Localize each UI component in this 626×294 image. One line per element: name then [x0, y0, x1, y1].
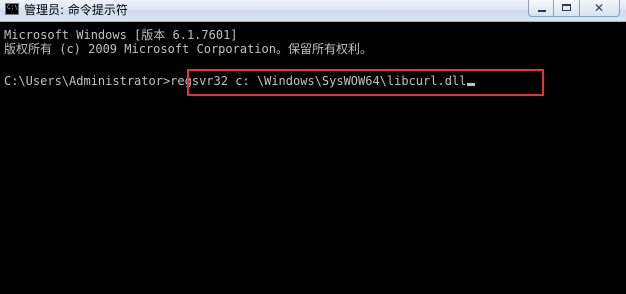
minimize-button[interactable] [528, 0, 554, 17]
console-line-copyright: 版权所有 (c) 2009 Microsoft Corporation。保留所有… [4, 42, 372, 56]
cmd-app-icon[interactable]: C:\ [5, 3, 19, 15]
maximize-button[interactable] [554, 0, 580, 17]
command-highlight-box [187, 69, 544, 96]
close-icon: ✕ [594, 1, 605, 15]
maximize-icon [562, 4, 571, 11]
window-title: 管理员: 命令提示符 [24, 3, 128, 17]
title-bar[interactable]: C:\ 管理员: 命令提示符 ✕ [0, 0, 626, 22]
window-controls: ✕ [528, 0, 620, 18]
command-prompt-window: C:\ 管理员: 命令提示符 ✕ Microsoft Windows [版本 6… [0, 0, 626, 294]
console-line-version: Microsoft Windows [版本 6.1.7601] [4, 28, 238, 42]
console-prompt: C:\Users\Administrator> [4, 74, 171, 88]
console-output[interactable]: Microsoft Windows [版本 6.1.7601] 版权所有 (c)… [0, 22, 626, 294]
close-button[interactable]: ✕ [580, 0, 620, 17]
minimize-icon [538, 10, 546, 12]
